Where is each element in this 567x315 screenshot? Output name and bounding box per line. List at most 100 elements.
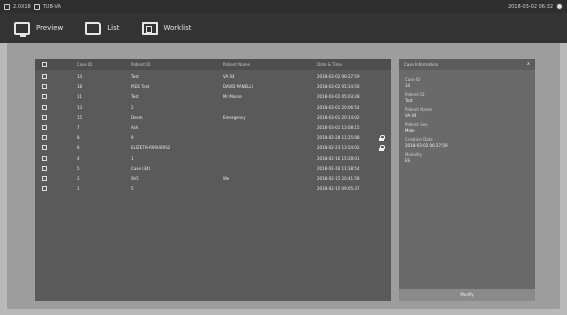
cell-date-time: 2018-03-02 05:14:56 xyxy=(317,84,360,90)
cell-date-time: 2018-02-16 11:38:54 xyxy=(317,165,360,171)
cell-date-time: 2018-03-01 20:14:02 xyxy=(317,114,360,120)
table-row[interactable]: 14 Test VA 04 2018-03-02 06:27:59 xyxy=(35,72,391,82)
cell-case-id: 4 xyxy=(77,155,80,161)
cell-case-id: 7 xyxy=(77,125,80,130)
cell-case-id: 6 xyxy=(77,145,80,151)
cell-patient-id: 2 xyxy=(131,104,134,110)
cell-patient-id: Desm xyxy=(131,114,143,120)
field-value: Male xyxy=(405,128,415,133)
table-row[interactable]: 18 PID1 Test DAVID PANELLI 2018-03-02 05:14… xyxy=(35,82,391,92)
status-bar: 2.0X18 TUB-VA 2018-03-02 06:32 xyxy=(0,0,567,13)
cell-patient-name: Emergency xyxy=(223,114,246,120)
case-info-field: Creation Date 2018-03-02 06:27:59 xyxy=(405,137,447,149)
cell-patient-name: VA 04 xyxy=(223,74,235,79)
field-value: ES xyxy=(405,158,411,163)
header-case-id[interactable]: Case ID xyxy=(77,59,92,70)
case-info-field: Patient ID Test xyxy=(405,92,424,104)
cell-date-time: 2018-02-23 13:54:02 xyxy=(317,145,360,151)
case-list-table: Case ID Patient ID Patient Name Date & T… xyxy=(35,59,391,301)
folder-icon xyxy=(85,21,102,35)
row-checkbox[interactable] xyxy=(42,84,47,90)
row-checkbox[interactable] xyxy=(42,125,47,130)
cell-patient-name: We xyxy=(223,176,230,181)
row-checkbox[interactable] xyxy=(42,104,47,110)
cell-patient-id: 1 xyxy=(131,155,134,161)
cell-case-id: 5 xyxy=(77,165,80,171)
cell-date-time: 2018-02-15 09:05:37 xyxy=(317,186,360,192)
case-info-field: Case ID 14 xyxy=(405,77,420,89)
row-checkbox[interactable] xyxy=(42,74,47,79)
cell-patient-id: Test xyxy=(131,94,139,100)
preview-button[interactable]: Preview xyxy=(14,21,64,37)
gear-icon[interactable] xyxy=(556,3,563,10)
cell-case-id: 1 xyxy=(77,186,80,192)
worklist-button[interactable]: Worklist xyxy=(141,21,192,35)
row-checkbox[interactable] xyxy=(42,145,47,151)
cell-case-id: 14 xyxy=(77,74,83,79)
table-row[interactable]: 15 Desm Emergency 2018-03-01 20:14:02 xyxy=(35,113,391,123)
cell-case-id: 15 xyxy=(77,114,83,120)
row-checkbox[interactable] xyxy=(42,186,47,192)
status-version: 2.0X18 xyxy=(13,3,31,10)
cell-patient-id: Test xyxy=(131,74,139,79)
cell-patient-id: PID1 Test xyxy=(131,84,150,90)
case-info-field: Patient Sex Male xyxy=(405,122,428,134)
cell-date-time: 2018-02-28 11:25:08 xyxy=(317,135,360,141)
header-date-time[interactable]: Date & Time xyxy=(317,59,342,70)
cell-date-time: 2018-03-01 13:08:15 xyxy=(317,125,360,130)
table-row[interactable]: 7 Ash 2018-03-01 13:08:15 xyxy=(35,123,391,133)
row-checkbox[interactable] xyxy=(42,135,47,141)
table-row[interactable]: 6 ELIZETH-R09U0RS2 2018-02-23 13:54:02 xyxy=(35,143,391,153)
cell-case-id: 13 xyxy=(77,104,83,110)
status-datetime: 2018-03-02 06:32 xyxy=(507,3,553,10)
cell-patient-name: DAVID PANELLI xyxy=(223,84,253,90)
table-row[interactable]: 11 Test Mr Moore 2018-03-02 05:03:28 xyxy=(35,92,391,102)
table-row[interactable]: 1 5 2018-02-15 09:05:37 xyxy=(35,184,391,194)
status-left: 2.0X18 TUB-VA xyxy=(4,3,61,10)
close-icon[interactable]: x xyxy=(527,59,530,70)
row-checkbox[interactable] xyxy=(42,114,47,120)
main-toolbar: Preview List Worklist xyxy=(0,13,567,43)
lock-icon xyxy=(379,145,385,152)
header-patient-id[interactable]: Patient ID xyxy=(131,59,150,70)
row-checkbox[interactable] xyxy=(42,165,47,171)
field-value: VA 04 xyxy=(405,113,417,118)
cell-case-id: 2 xyxy=(77,176,80,181)
list-label: List xyxy=(107,24,120,32)
header-patient-name[interactable]: Patient Name xyxy=(223,59,250,70)
case-info-panel: Case Information x Case ID 14 Patient ID Te… xyxy=(399,59,535,301)
case-info-field: Patient Name VA 04 xyxy=(405,107,432,119)
select-all-checkbox[interactable] xyxy=(42,62,47,67)
cell-date-time: 2018-03-02 06:27:59 xyxy=(317,74,360,79)
table-header: Case ID Patient ID Patient Name Date & T… xyxy=(35,59,391,70)
cell-date-time: 2018-02-16 15:28:01 xyxy=(317,155,360,161)
cell-patient-id: 9 xyxy=(131,135,134,141)
preview-label: Preview xyxy=(36,24,64,32)
table-row[interactable]: 8 9 2018-02-28 11:25:08 xyxy=(35,133,391,143)
lock-icon xyxy=(379,135,385,142)
cell-date-time: 2018-03-02 05:03:28 xyxy=(317,94,360,100)
cell-date-time: 2018-02-15 20:41:58 xyxy=(317,176,360,181)
row-checkbox[interactable] xyxy=(42,155,47,161)
row-checkbox[interactable] xyxy=(42,176,47,181)
field-value: 2018-03-02 06:27:59 xyxy=(405,143,448,148)
cell-date-time: 2018-03-01 20:06:54 xyxy=(317,104,360,110)
table-row[interactable]: 2 Sh5 We 2018-02-15 20:41:58 xyxy=(35,174,391,184)
cell-patient-name: Mr Moore xyxy=(223,94,242,100)
cell-case-id: 11 xyxy=(77,94,83,100)
cell-case-id: 18 xyxy=(77,84,83,90)
case-info-field: Modality ES xyxy=(405,152,422,164)
cell-patient-id: Case (34) xyxy=(131,165,151,171)
battery-icon xyxy=(33,3,40,10)
row-checkbox[interactable] xyxy=(42,94,47,100)
list-button[interactable]: List xyxy=(85,21,120,35)
modify-button[interactable]: Modify xyxy=(399,289,535,301)
table-row[interactable]: 5 Case (34) 2018-02-16 11:38:54 xyxy=(35,164,391,174)
field-value: 14 xyxy=(405,83,411,88)
worklist-label: Worklist xyxy=(163,24,192,32)
screen-icon xyxy=(4,3,10,10)
table-row[interactable]: 13 2 2018-03-01 20:06:54 xyxy=(35,103,391,113)
worklist-icon xyxy=(141,21,158,35)
table-row[interactable]: 4 1 2018-02-16 15:28:01 xyxy=(35,154,391,164)
status-device: TUB-VA xyxy=(42,3,61,10)
